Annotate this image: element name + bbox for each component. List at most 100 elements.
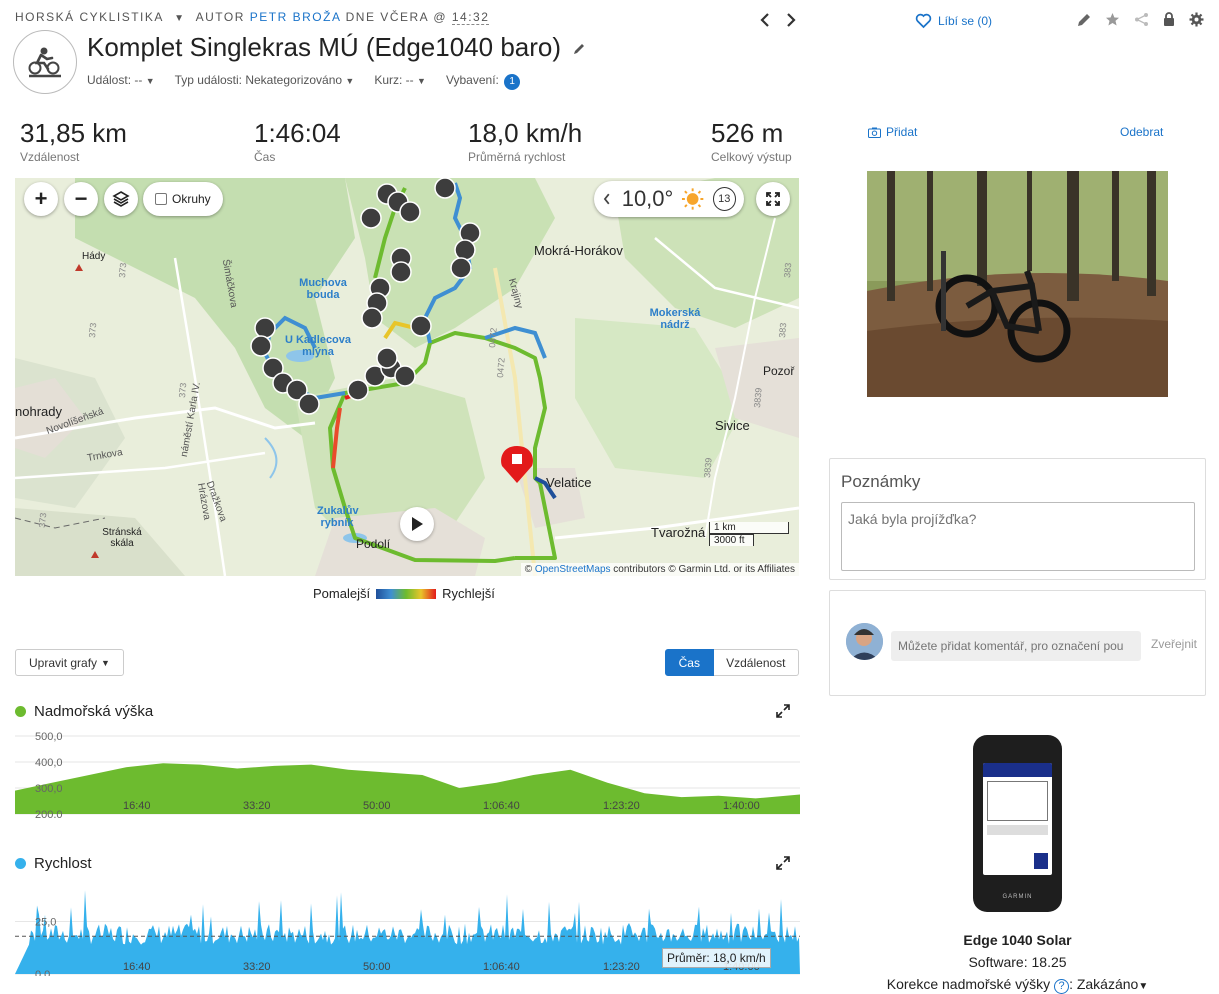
device-image: GARMIN (973, 735, 1062, 912)
activity-type[interactable]: HORSKÁ CYKLISTIKA (15, 10, 163, 24)
author-link[interactable]: PETR BROŽA (250, 10, 341, 24)
edit-charts-button[interactable]: Upravit grafy ▼ (15, 649, 124, 676)
map-label-podoli: Podolí (356, 537, 391, 551)
svg-text:373: 373 (117, 262, 128, 278)
map-layers-button[interactable] (104, 182, 138, 216)
elevation-y-tick: 400,0 (35, 757, 63, 769)
stat-value: 31,85 km (20, 118, 127, 148)
temperature-value: 10,0° (621, 186, 674, 211)
toggle-distance[interactable]: Vzdálenost (713, 649, 799, 676)
elevation-title-text: Nadmořská výška (34, 703, 154, 720)
sun-icon (682, 188, 704, 210)
laps-checkbox[interactable] (155, 193, 167, 205)
elevation-dot-icon (15, 706, 26, 717)
expand-speed-chart-button[interactable] (776, 856, 790, 875)
stat-label: Vzdálenost (20, 150, 80, 164)
edit-icon[interactable] (1077, 13, 1091, 27)
course-dropdown[interactable]: Kurz: -- ▼ (374, 73, 426, 90)
remove-photo-button[interactable]: Odebrat (1120, 125, 1163, 139)
elevation-correction-value[interactable]: : Zakázáno (1069, 976, 1138, 992)
speed-chart[interactable]: 25,00,016:4033:2050:001:06:401:23:201:40… (15, 880, 800, 981)
gear-icon[interactable] (1189, 12, 1204, 27)
activity-type-dropdown-icon[interactable]: ▼ (174, 13, 185, 24)
activity-photo[interactable] (867, 171, 1168, 397)
gear-label[interactable]: Vybavení: 1 (446, 73, 521, 90)
activity-title[interactable]: Komplet Singlekras MÚ (Edge1040 baro) (87, 32, 561, 62)
notes-textarea[interactable] (841, 502, 1195, 571)
elevation-y-tick: 500,0 (35, 731, 63, 743)
route-map[interactable]: 373 373 373 373 383 383 3839 3839 0472 0… (15, 178, 799, 576)
fullscreen-map-button[interactable] (756, 182, 790, 216)
add-photo-label: Přidat (886, 125, 918, 139)
stat-label: Čas (254, 150, 276, 164)
speed-x-tick: 1:06:40 (483, 961, 520, 973)
weather-widget[interactable]: 10,0° 13 (594, 181, 744, 217)
next-activity-button[interactable] (783, 10, 799, 35)
elevation-x-tick: 50:00 (363, 800, 391, 812)
edit-charts-label: Upravit grafy (29, 655, 98, 670)
edit-title-icon[interactable] (572, 42, 586, 56)
activity-time[interactable]: 14:32 (451, 10, 490, 25)
stat-label: Průměrná rychlost (468, 150, 566, 164)
map-label-mokra: Mokrá-Horákov (534, 243, 623, 258)
map-label-velatice: Velatice (546, 475, 592, 490)
help-icon[interactable]: ? (1054, 979, 1070, 994)
prev-activity-button[interactable] (757, 10, 773, 35)
map-label-hady: Hády (82, 251, 106, 262)
elevation-x-tick: 1:40:00 (723, 800, 760, 812)
expand-icon (776, 856, 790, 870)
gear-count-badge[interactable]: 1 (504, 74, 521, 90)
svg-text:383: 383 (782, 262, 793, 278)
map-label-mokerska: Mokerská nádrž (649, 307, 701, 331)
map-label-pozor: Pozoř (763, 364, 795, 378)
map-label-muchova: Muchova bouda (299, 277, 347, 301)
svg-text:373: 373 (87, 322, 98, 338)
lock-icon[interactable] (1163, 12, 1175, 27)
comment-input[interactable] (891, 631, 1141, 661)
stat-value: 1:46:04 (254, 118, 341, 148)
wind-icon: 13 (712, 187, 736, 211)
stat-label: Celkový výstup (711, 150, 792, 164)
like-button[interactable]: Líbí se (0) (915, 13, 992, 29)
event-type-dropdown[interactable]: Typ události: Nekategorizováno ▼ (175, 73, 355, 90)
svg-text:0472: 0472 (495, 357, 507, 378)
map-label-hrady: nohrady (15, 404, 62, 419)
scale-ft: 3000 ft (709, 534, 754, 546)
event-dropdown[interactable]: Událost: -- ▼ (87, 73, 155, 90)
svg-text:3839: 3839 (702, 457, 714, 478)
osm-link[interactable]: OpenStreetMaps (535, 564, 611, 575)
scale-km: 1 km (709, 522, 789, 534)
legend-slow-label: Pomalejší (313, 586, 371, 601)
add-photo-button[interactable]: Přidat (868, 125, 917, 139)
author-prefix: AUTOR (195, 10, 245, 24)
speed-legend: Pomalejší Rychlejší (313, 586, 495, 601)
laps-toggle[interactable]: Okruhy (143, 182, 223, 216)
elevation-chart[interactable]: 500,0 400,0 300,0 200,0 16:40 33:20 50:00 1:06:… (15, 726, 800, 821)
legend-gradient (376, 588, 437, 599)
play-route-button[interactable] (400, 507, 434, 541)
toggle-time[interactable]: Čas (665, 649, 714, 676)
publish-comment-button[interactable]: Zveřejnit (1151, 637, 1197, 651)
bike-in-forest-photo (867, 171, 1168, 397)
zoom-in-button[interactable]: + (24, 182, 58, 216)
stat-elevation-gain: 526 m Celkový výstup (711, 118, 792, 164)
share-icon[interactable] (1134, 12, 1149, 27)
speed-x-tick: 50:00 (363, 961, 391, 973)
elevation-chart-title: Nadmořská výška (15, 703, 153, 720)
activity-when: DNE VČERA @ (345, 10, 448, 24)
stat-distance: 31,85 km Vzdálenost (20, 118, 127, 164)
peak-marker-icon (91, 551, 99, 558)
expand-elevation-chart-button[interactable] (776, 704, 790, 723)
zoom-out-button[interactable]: − (64, 182, 98, 216)
device-name: Edge 1040 Solar (963, 932, 1072, 948)
caret-down-icon[interactable]: ▼ (1138, 981, 1148, 992)
speed-title-text: Rychlost (34, 855, 92, 872)
attribution-text: contributors © Garmin Ltd. or its Affili… (613, 564, 795, 575)
svg-text:0472: 0472 (487, 327, 499, 348)
speed-x-tick: 33:20 (243, 961, 271, 973)
elevation-x-tick: 1:23:20 (603, 800, 640, 812)
map-label-kadlecova: U Kadlecova mlýna (284, 334, 352, 358)
user-avatar (846, 623, 883, 660)
star-icon[interactable] (1105, 12, 1120, 27)
activity-toolbar (1077, 12, 1204, 27)
